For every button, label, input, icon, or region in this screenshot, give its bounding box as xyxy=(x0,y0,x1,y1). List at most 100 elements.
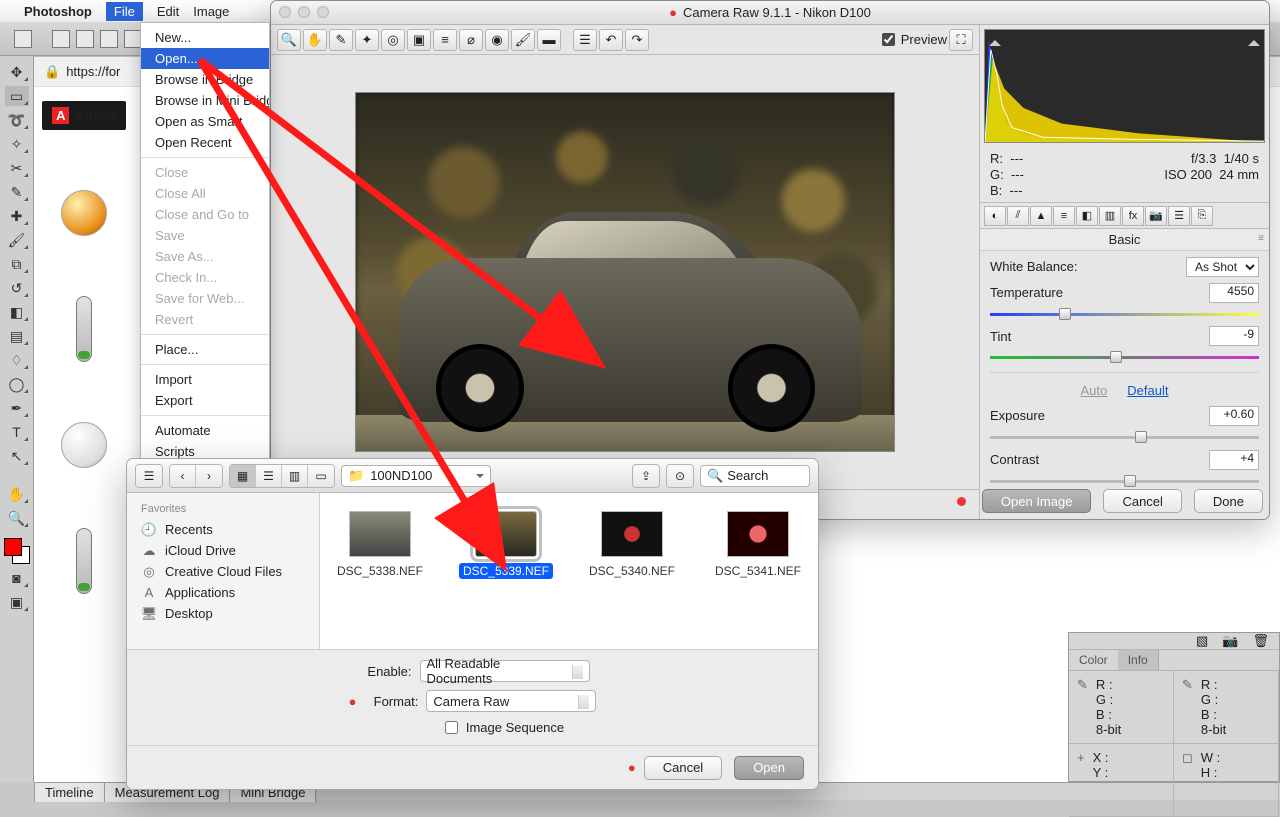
menu-open-recent[interactable]: Open Recent xyxy=(141,132,269,153)
tab-timeline[interactable]: Timeline xyxy=(34,782,105,802)
forward-icon[interactable]: › xyxy=(196,465,222,487)
sidebar-toggle-icon[interactable]: ☰ xyxy=(136,465,162,487)
menu-export[interactable]: Export xyxy=(141,390,269,411)
tab-camera-icon[interactable]: 📷 xyxy=(1145,206,1167,226)
file-item[interactable]: DSC_5338.NEF xyxy=(330,511,430,579)
type-tool-icon[interactable]: T xyxy=(5,422,29,442)
cr-rotate-l-icon[interactable]: ↶ xyxy=(599,29,623,51)
exposure-value[interactable]: +0.60 xyxy=(1209,406,1259,426)
sidebar-ccfiles[interactable]: ◎Creative Cloud Files xyxy=(127,561,319,582)
menu-browse-bridge[interactable]: Browse in Bridge xyxy=(141,69,269,90)
menu-automate[interactable]: Automate xyxy=(141,420,269,441)
cancel-button[interactable]: Cancel xyxy=(1103,489,1181,513)
file-item[interactable]: DSC_5340.NEF xyxy=(582,511,682,579)
file-item[interactable]: DSC_5341.NEF xyxy=(708,511,808,579)
white-balance-select[interactable]: As Shot xyxy=(1186,257,1259,277)
exposure-slider[interactable] xyxy=(990,430,1259,444)
default-link[interactable]: Default xyxy=(1127,383,1168,398)
white-balance-field[interactable]: White Balance: As Shot xyxy=(990,257,1259,277)
temperature-value[interactable]: 4550 xyxy=(1209,283,1259,303)
tab-split-icon[interactable]: ◧ xyxy=(1076,206,1098,226)
app-menu[interactable]: Photoshop xyxy=(24,4,92,19)
cr-crop-icon[interactable]: ▣ xyxy=(407,29,431,51)
cr-straighten-icon[interactable]: ≡ xyxy=(433,29,457,51)
preview-checkbox[interactable]: Preview xyxy=(882,32,947,47)
camera-panel-icon[interactable]: 📷 xyxy=(1222,633,1238,649)
tab-color[interactable]: Color xyxy=(1069,650,1118,670)
column-view-icon[interactable]: ▥ xyxy=(282,465,308,487)
sidebar-recents[interactable]: 🕘Recents xyxy=(127,519,319,540)
tab-detail-icon[interactable]: ▲ xyxy=(1030,206,1052,226)
tags-icon[interactable]: ⊙ xyxy=(667,465,693,487)
menu-close[interactable]: Close xyxy=(141,162,269,183)
contrast-value[interactable]: +4 xyxy=(1209,450,1259,470)
heal-tool-icon[interactable]: ✚ xyxy=(5,206,29,226)
dialog-open-button[interactable]: Open xyxy=(734,756,804,780)
enable-select[interactable]: All Readable Documents xyxy=(420,660,590,682)
screenmode-icon[interactable]: ▣ xyxy=(5,592,29,612)
menu-revert[interactable]: Revert xyxy=(141,309,269,330)
blur-tool-icon[interactable]: ♢ xyxy=(5,350,29,370)
format-select[interactable]: Camera Raw xyxy=(426,690,596,712)
auto-link[interactable]: Auto xyxy=(1081,383,1108,398)
cr-wb-icon[interactable]: ✎ xyxy=(329,29,353,51)
gallery-view-icon[interactable]: ▭ xyxy=(308,465,334,487)
move-tool-icon[interactable]: ✥ xyxy=(5,62,29,82)
cr-hand-icon[interactable]: ✋ xyxy=(303,29,327,51)
wand-tool-icon[interactable]: ✧ xyxy=(5,134,29,154)
icon-view-icon[interactable]: ▦ xyxy=(230,465,256,487)
dialog-cancel-button[interactable]: Cancel xyxy=(644,756,722,780)
open-image-button[interactable]: Open Image xyxy=(982,489,1092,513)
sidebar-icloud[interactable]: ☁iCloud Drive xyxy=(127,540,319,561)
menu-saveweb[interactable]: Save for Web... xyxy=(141,288,269,309)
hand-tool-icon[interactable]: ✋ xyxy=(5,484,29,504)
marquee-icon[interactable] xyxy=(14,30,32,48)
gradient-tool-icon[interactable]: ▤ xyxy=(5,326,29,346)
sidebar-apps[interactable]: AApplications xyxy=(127,582,319,603)
cr-zoom-icon[interactable]: 🔍 xyxy=(277,29,301,51)
sidebar-desktop[interactable]: 🖥Desktop xyxy=(127,603,319,624)
cr-sampler-icon[interactable]: ✦ xyxy=(355,29,379,51)
trash-icon[interactable]: 🗑 xyxy=(1252,633,1269,649)
menu-import[interactable]: Import xyxy=(141,369,269,390)
menu-save[interactable]: Save xyxy=(141,225,269,246)
image-sequence-checkbox[interactable] xyxy=(445,721,458,734)
eyedropper-tool-icon[interactable]: ✎ xyxy=(5,182,29,202)
cr-grad-icon[interactable]: ▬ xyxy=(537,29,561,51)
camera-raw-titlebar[interactable]: ●Camera Raw 9.1.1 - Nikon D100 xyxy=(271,1,1269,25)
cr-adjust-icon[interactable]: 🖌 xyxy=(511,29,535,51)
edit-menu[interactable]: Edit xyxy=(157,4,179,19)
path-tool-icon[interactable]: ↖ xyxy=(5,446,29,466)
lasso-tool-icon[interactable]: ➰ xyxy=(5,110,29,130)
cr-list-icon[interactable]: ☰ xyxy=(573,29,597,51)
quickmask-icon[interactable]: ◙ xyxy=(5,568,29,588)
opt3-icon[interactable] xyxy=(100,30,118,48)
folder-select[interactable]: 📁100ND100 xyxy=(341,465,491,487)
menu-saveas[interactable]: Save As... xyxy=(141,246,269,267)
cr-rotate-r-icon[interactable]: ↷ xyxy=(625,29,649,51)
menu-close-all[interactable]: Close All xyxy=(141,183,269,204)
menu-open-smart[interactable]: Open as Smart xyxy=(141,111,269,132)
tab-lens-icon[interactable]: ▥ xyxy=(1099,206,1121,226)
opt2-icon[interactable] xyxy=(76,30,94,48)
tab-hsl-icon[interactable]: ≡ xyxy=(1053,206,1075,226)
tab-basic-icon[interactable]: ◐ xyxy=(984,206,1006,226)
swatches-icon[interactable]: ▧ xyxy=(1196,633,1208,649)
pen-tool-icon[interactable]: ✒ xyxy=(5,398,29,418)
tab-info[interactable]: Info xyxy=(1118,650,1159,670)
tint-value[interactable]: -9 xyxy=(1209,326,1259,346)
cr-redeye-icon[interactable]: ◉ xyxy=(485,29,509,51)
menu-checkin[interactable]: Check In... xyxy=(141,267,269,288)
file-menu[interactable]: File xyxy=(106,2,143,21)
marquee-tool-icon[interactable]: ▭ xyxy=(5,86,29,106)
menu-new[interactable]: New... xyxy=(141,27,269,48)
tint-slider[interactable] xyxy=(990,350,1259,364)
menu-close-goto[interactable]: Close and Go to xyxy=(141,204,269,225)
cr-fullscreen-icon[interactable]: ⛶ xyxy=(949,29,973,51)
tab-fx-icon[interactable]: fx xyxy=(1122,206,1144,226)
histogram[interactable] xyxy=(984,29,1265,143)
cr-target-icon[interactable]: ◎ xyxy=(381,29,405,51)
eraser-tool-icon[interactable]: ◧ xyxy=(5,302,29,322)
menu-browse-mini[interactable]: Browse in Mini Bridge xyxy=(141,90,269,111)
menu-place[interactable]: Place... xyxy=(141,339,269,360)
